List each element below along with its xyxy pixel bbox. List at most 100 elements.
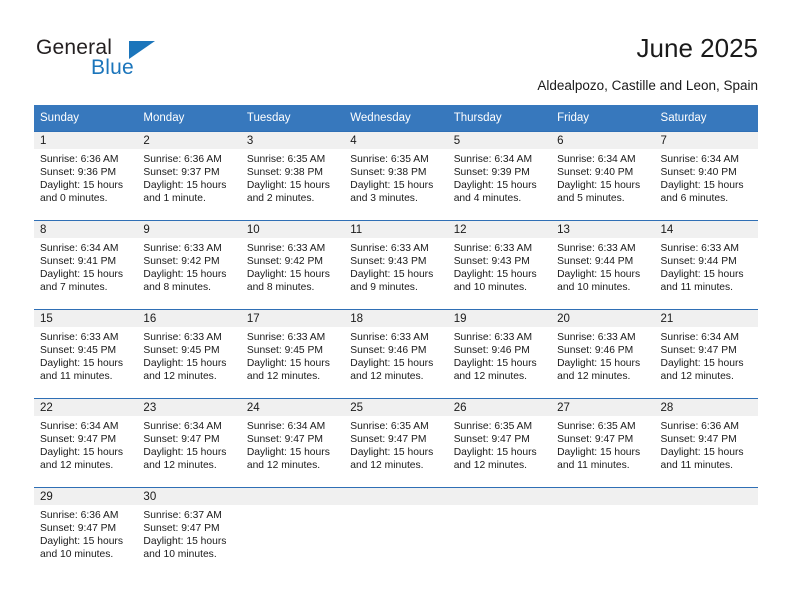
daylight-text-line1: Daylight: 15 hours — [660, 180, 744, 192]
calendar-week-row: 29 Sunrise: 6:36 AM Sunset: 9:47 PM Dayligh… — [34, 487, 758, 576]
day-details: Sunrise: 6:33 AM Sunset: 9:43 PM Daylight:… — [344, 238, 447, 294]
day-cell[interactable]: 15 Sunrise: 6:33 AM Sunset: 9:45 PM Dayligh… — [34, 309, 138, 399]
calendar-header-row: Sunday Monday Tuesday Wednesday Thursday… — [34, 105, 758, 132]
day-details: Sunrise: 6:33 AM Sunset: 9:44 PM Daylight:… — [551, 238, 654, 294]
daylight-text-line1: Daylight: 15 hours — [246, 180, 330, 192]
day-cell[interactable]: 13 Sunrise: 6:33 AM Sunset: 9:44 PM Dayligh… — [551, 220, 655, 310]
day-cell[interactable]: 6 Sunrise: 6:34 AM Sunset: 9:40 PM Daylight… — [551, 131, 655, 221]
day-details — [344, 505, 447, 509]
day-number: 17 — [240, 310, 345, 327]
day-cell[interactable]: 11 Sunrise: 6:33 AM Sunset: 9:43 PM Dayligh… — [344, 220, 448, 310]
day-cell[interactable]: 26 Sunrise: 6:35 AM Sunset: 9:47 PM Dayligh… — [447, 398, 552, 488]
daylight-text-line1: Daylight: 15 hours — [660, 358, 744, 370]
day-cell[interactable]: 22 Sunrise: 6:34 AM Sunset: 9:47 PM Dayligh… — [34, 398, 138, 488]
generalblue-logo[interactable]: General Blue — [36, 36, 236, 86]
daylight-text-line1: Daylight: 15 hours — [453, 358, 537, 370]
day-number — [551, 488, 655, 505]
day-number: 7 — [654, 132, 758, 149]
daylight-text-line1: Daylight: 15 hours — [40, 269, 123, 281]
day-cell[interactable]: 8 Sunrise: 6:34 AM Sunset: 9:41 PM Daylight… — [34, 220, 138, 310]
day-cell[interactable]: 9 Sunrise: 6:33 AM Sunset: 9:42 PM Daylight… — [137, 220, 241, 310]
day-cell[interactable]: 30 Sunrise: 6:37 AM Sunset: 9:47 PM Dayligh… — [137, 487, 241, 576]
sunset-text: Sunset: 9:42 PM — [143, 256, 220, 268]
sunset-text: Sunset: 9:47 PM — [40, 523, 117, 535]
sunrise-text: Sunrise: 6:33 AM — [453, 332, 533, 343]
daylight-text-line1: Daylight: 15 hours — [350, 180, 434, 192]
day-cell[interactable]: 18 Sunrise: 6:33 AM Sunset: 9:46 PM Dayligh… — [344, 309, 448, 399]
day-details: Sunrise: 6:34 AM Sunset: 9:40 PM Daylight:… — [551, 149, 654, 205]
daylight-text-line2: and 9 minutes. — [350, 282, 418, 294]
day-cell[interactable]: 23 Sunrise: 6:34 AM Sunset: 9:47 PM Dayligh… — [137, 398, 241, 488]
sunrise-text: Sunrise: 6:33 AM — [40, 332, 119, 343]
calendar-page: General Blue June 2025 Aldealpozo, Casti… — [0, 0, 792, 612]
sunset-text: Sunset: 9:47 PM — [557, 434, 634, 446]
day-number: 9 — [137, 221, 241, 238]
day-details: Sunrise: 6:33 AM Sunset: 9:46 PM Daylight:… — [551, 327, 654, 383]
day-number: 20 — [551, 310, 655, 327]
sunset-text: Sunset: 9:41 PM — [40, 256, 117, 268]
day-details: Sunrise: 6:34 AM Sunset: 9:47 PM Daylight:… — [34, 416, 137, 472]
day-cell[interactable]: 7 Sunrise: 6:34 AM Sunset: 9:40 PM Daylight… — [654, 131, 758, 221]
day-cell[interactable]: 19 Sunrise: 6:33 AM Sunset: 9:46 PM Dayligh… — [447, 309, 552, 399]
day-number: 25 — [344, 399, 448, 416]
day-cell[interactable]: 14 Sunrise: 6:33 AM Sunset: 9:44 PM Dayligh… — [654, 220, 758, 310]
daylight-text-line2: and 10 minutes. — [453, 282, 527, 294]
day-cell[interactable]: 10 Sunrise: 6:33 AM Sunset: 9:42 PM Dayligh… — [240, 220, 345, 310]
day-number: 26 — [447, 399, 552, 416]
day-number: 8 — [34, 221, 138, 238]
sunrise-text: Sunrise: 6:35 AM — [350, 421, 429, 432]
daylight-text-line2: and 0 minutes. — [40, 193, 108, 205]
day-cell[interactable]: 17 Sunrise: 6:33 AM Sunset: 9:45 PM Dayligh… — [240, 309, 345, 399]
sunrise-text: Sunrise: 6:35 AM — [453, 421, 533, 432]
day-details: Sunrise: 6:34 AM Sunset: 9:47 PM Daylight:… — [241, 416, 344, 472]
day-cell[interactable]: 5 Sunrise: 6:34 AM Sunset: 9:39 PM Daylight… — [447, 131, 552, 221]
daylight-text-line2: and 8 minutes. — [246, 282, 315, 294]
calendar-week-row: 8 Sunrise: 6:34 AM Sunset: 9:41 PM Daylight… — [34, 220, 758, 310]
day-number: 27 — [551, 399, 655, 416]
calendar-body: 1 Sunrise: 6:36 AM Sunset: 9:36 PM Daylight… — [34, 131, 758, 576]
day-cell[interactable]: 1 Sunrise: 6:36 AM Sunset: 9:36 PM Daylight… — [34, 131, 138, 221]
sunset-text: Sunset: 9:36 PM — [40, 167, 117, 179]
day-cell[interactable]: 3 Sunrise: 6:35 AM Sunset: 9:38 PM Daylight… — [240, 131, 345, 221]
day-cell[interactable]: 4 Sunrise: 6:35 AM Sunset: 9:38 PM Daylight… — [344, 131, 448, 221]
sunrise-text: Sunrise: 6:34 AM — [557, 154, 636, 165]
weekday-header-thursday: Thursday — [447, 105, 552, 132]
page-title: June 2025 — [636, 33, 758, 63]
daylight-text-line2: and 11 minutes. — [40, 371, 113, 383]
weekday-header-sunday: Sunday — [34, 105, 138, 132]
sunset-text: Sunset: 9:45 PM — [143, 345, 220, 357]
sunset-text: Sunset: 9:46 PM — [350, 345, 427, 357]
day-cell[interactable]: 27 Sunrise: 6:35 AM Sunset: 9:47 PM Dayligh… — [551, 398, 655, 488]
page-location: Aldealpozo, Castille and Leon, Spain — [537, 78, 758, 93]
day-cell[interactable]: 20 Sunrise: 6:33 AM Sunset: 9:46 PM Dayligh… — [551, 309, 655, 399]
day-details: Sunrise: 6:37 AM Sunset: 9:47 PM Daylight:… — [137, 505, 240, 561]
daylight-text-line1: Daylight: 15 hours — [40, 358, 123, 370]
sunrise-text: Sunrise: 6:36 AM — [660, 421, 739, 432]
page-header: General Blue June 2025 Aldealpozo, Casti… — [0, 0, 792, 100]
sunrise-text: Sunrise: 6:33 AM — [557, 332, 636, 343]
daylight-text-line2: and 8 minutes. — [143, 282, 211, 294]
daylight-text-line2: and 7 minutes. — [40, 282, 108, 294]
daylight-text-line2: and 10 minutes. — [40, 549, 114, 561]
day-cell[interactable]: 25 Sunrise: 6:35 AM Sunset: 9:47 PM Dayligh… — [344, 398, 448, 488]
day-details: Sunrise: 6:33 AM Sunset: 9:45 PM Daylight:… — [34, 327, 137, 383]
day-cell[interactable]: 21 Sunrise: 6:34 AM Sunset: 9:47 PM Dayligh… — [654, 309, 758, 399]
day-cell[interactable]: 2 Sunrise: 6:36 AM Sunset: 9:37 PM Daylight… — [137, 131, 241, 221]
sunrise-text: Sunrise: 6:34 AM — [453, 154, 533, 165]
day-cell[interactable]: 29 Sunrise: 6:36 AM Sunset: 9:47 PM Dayligh… — [34, 487, 138, 576]
day-cell[interactable]: 12 Sunrise: 6:33 AM Sunset: 9:43 PM Dayligh… — [447, 220, 552, 310]
calendar-week-row: 15 Sunrise: 6:33 AM Sunset: 9:45 PM Dayligh… — [34, 309, 758, 399]
sunset-text: Sunset: 9:47 PM — [143, 434, 220, 446]
sunset-text: Sunset: 9:47 PM — [143, 523, 220, 535]
daylight-text-line1: Daylight: 15 hours — [660, 447, 744, 459]
day-cell[interactable]: 16 Sunrise: 6:33 AM Sunset: 9:45 PM Dayligh… — [137, 309, 241, 399]
day-details — [448, 505, 551, 509]
day-cell[interactable]: 28 Sunrise: 6:36 AM Sunset: 9:47 PM Dayligh… — [654, 398, 758, 488]
day-details: Sunrise: 6:34 AM Sunset: 9:47 PM Daylight:… — [137, 416, 240, 472]
day-number: 30 — [137, 488, 241, 505]
daylight-text-line1: Daylight: 15 hours — [40, 447, 123, 459]
day-cell-empty — [447, 487, 552, 576]
day-details: Sunrise: 6:33 AM Sunset: 9:46 PM Daylight:… — [344, 327, 447, 383]
sunset-text: Sunset: 9:47 PM — [660, 345, 737, 357]
day-cell[interactable]: 24 Sunrise: 6:34 AM Sunset: 9:47 PM Dayligh… — [240, 398, 345, 488]
